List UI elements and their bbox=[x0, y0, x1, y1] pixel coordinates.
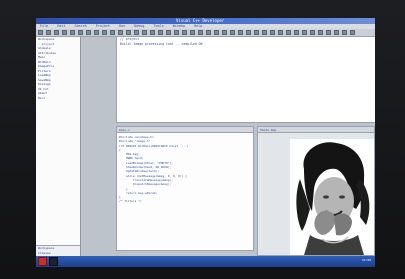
output-line: Build: Image processing tool -- compiled… bbox=[120, 41, 203, 46]
menu-item-run[interactable]: Run bbox=[119, 24, 125, 28]
monitor-screen: Visual C++ Developer File Edit Search Pr… bbox=[36, 18, 375, 267]
toolbar-button[interactable] bbox=[318, 30, 323, 35]
menu-item-window[interactable]: Window bbox=[173, 24, 185, 28]
toolbar-button[interactable] bbox=[94, 30, 99, 35]
toolbar-button[interactable] bbox=[302, 30, 307, 35]
toolbar-button[interactable] bbox=[54, 30, 59, 35]
menu-item-edit[interactable]: Edit bbox=[57, 24, 65, 28]
tree-item: Rsrc bbox=[38, 95, 46, 100]
toolbar-button[interactable] bbox=[118, 30, 123, 35]
menu-item-project[interactable]: Project bbox=[96, 24, 110, 28]
toolbar-button[interactable] bbox=[206, 30, 211, 35]
menu-item-help[interactable]: Help bbox=[194, 24, 202, 28]
image-viewer-title: Photo.bmp bbox=[258, 127, 374, 133]
toolbar-button[interactable] bbox=[334, 30, 339, 35]
toolbar-button[interactable] bbox=[182, 30, 187, 35]
menu-item-debug[interactable]: Debug bbox=[134, 24, 144, 28]
output-pane: // project Build: Image processing tool -… bbox=[116, 37, 375, 123]
toolbar-button[interactable] bbox=[174, 30, 179, 35]
toolbar-button[interactable] bbox=[350, 30, 355, 35]
menu-item-search[interactable]: Search bbox=[74, 24, 86, 28]
toolbar-button[interactable] bbox=[246, 30, 251, 35]
toolbar-button[interactable] bbox=[342, 30, 347, 35]
toolbar-button[interactable] bbox=[110, 30, 115, 35]
toolbar-button[interactable] bbox=[134, 30, 139, 35]
child-photo-image bbox=[290, 139, 374, 255]
toolbar-button[interactable] bbox=[38, 30, 43, 35]
toolbar-button[interactable] bbox=[230, 30, 235, 35]
menu-item-tools[interactable]: Tools bbox=[154, 24, 164, 28]
workspace-tree-panel: Workspace - project Globals Attributes M… bbox=[36, 37, 81, 267]
toolbar-button[interactable] bbox=[262, 30, 267, 35]
toolbar-button[interactable] bbox=[310, 30, 315, 35]
toolbar-button[interactable] bbox=[214, 30, 219, 35]
toolbar-button[interactable] bbox=[254, 30, 259, 35]
code-line: /* filters */ bbox=[119, 199, 142, 204]
tray-clock: 12:00 bbox=[361, 258, 371, 262]
toolbar-button[interactable] bbox=[46, 30, 51, 35]
taskbar-app-button[interactable] bbox=[49, 257, 58, 266]
toolbar-button[interactable] bbox=[142, 30, 147, 35]
toolbar-button[interactable] bbox=[126, 30, 131, 35]
toolbar-button[interactable] bbox=[238, 30, 243, 35]
toolbar bbox=[36, 29, 375, 37]
toolbar-button[interactable] bbox=[70, 30, 75, 35]
toolbar-button[interactable] bbox=[294, 30, 299, 35]
toolbar-button[interactable] bbox=[278, 30, 283, 35]
code-editor-title: main.c bbox=[117, 127, 253, 133]
menu-item-file[interactable]: File bbox=[40, 24, 48, 28]
image-viewer-window[interactable]: Photo.bmp bbox=[257, 126, 375, 256]
toolbar-button[interactable] bbox=[158, 30, 163, 35]
code-editor-text[interactable]: #include <windows.h> #include "image.h" in… bbox=[119, 135, 251, 204]
toolbar-button[interactable] bbox=[198, 30, 203, 35]
toolbar-button[interactable] bbox=[62, 30, 67, 35]
toolbar-button[interactable] bbox=[86, 30, 91, 35]
start-button[interactable] bbox=[38, 257, 47, 266]
toolbar-button[interactable] bbox=[286, 30, 291, 35]
toolbar-button[interactable] bbox=[326, 30, 331, 35]
toolbar-button[interactable] bbox=[270, 30, 275, 35]
toolbar-button[interactable] bbox=[190, 30, 195, 35]
tree-lines: Workspace - project Globals Attributes M… bbox=[36, 37, 80, 100]
toolbar-button[interactable] bbox=[222, 30, 227, 35]
toolbar-button[interactable] bbox=[166, 30, 171, 35]
toolbar-button[interactable] bbox=[150, 30, 155, 35]
toolbar-button[interactable] bbox=[102, 30, 107, 35]
toolbar-button[interactable] bbox=[78, 30, 83, 35]
code-editor-window[interactable]: main.c #include <windows.h> #include "ima… bbox=[116, 126, 254, 251]
taskbar: 12:00 bbox=[36, 256, 375, 267]
